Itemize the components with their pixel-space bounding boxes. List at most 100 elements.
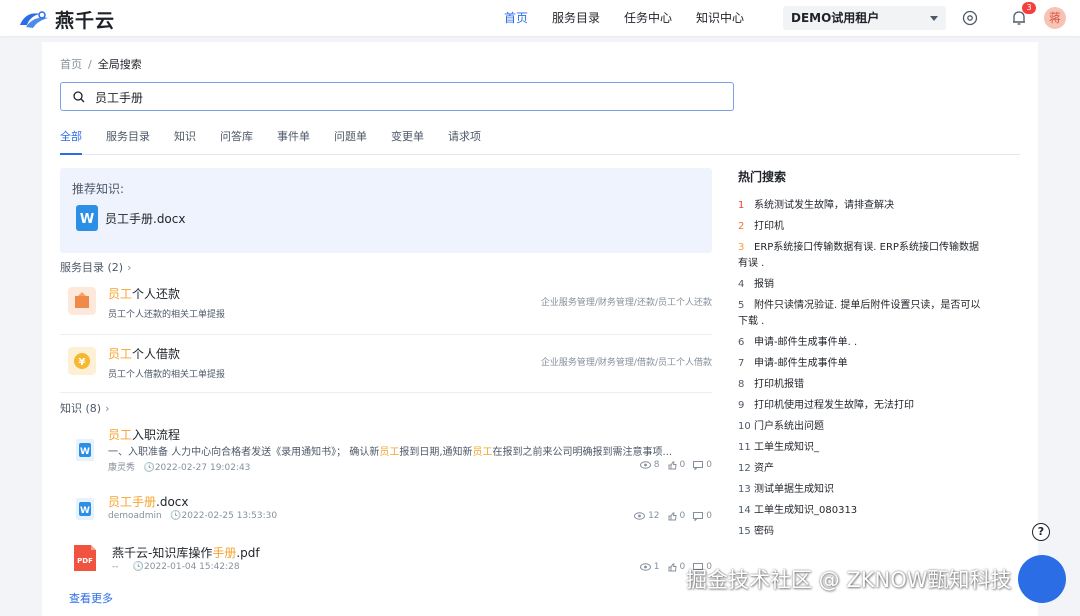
hot-search-text: 打印机使用过程发生故障，无法打印 (754, 400, 914, 411)
tab-request[interactable]: 请求项 (448, 125, 481, 155)
svg-text:PDF: PDF (77, 557, 93, 565)
hot-search-title: 热门搜索 (738, 170, 787, 184)
top-navbar: 燕千云 首页 服务目录 任务中心 知识中心 DEMO试用租户 3 蒋 (0, 0, 1080, 36)
nav-knowledge-center[interactable]: 知识中心 (696, 0, 744, 36)
hot-search-text: ERP系统接口传输数据有误. ERP系统接口传输数据有误 . (738, 242, 979, 269)
service-name: 员工个人还款 (108, 287, 181, 301)
view-more-link[interactable]: 查看更多 (69, 590, 113, 606)
service-item[interactable]: 员工个人还款 员工个人还款的相关工单提报 企业服务管理/财务管理/还款/员工个人… (60, 281, 712, 331)
hot-search-rank: 6 (738, 337, 745, 348)
service-section-header[interactable]: 服务目录 (2) › (60, 259, 131, 275)
divider (60, 334, 712, 335)
knowledge-stats: 8 0 0 (632, 460, 712, 470)
hot-search-item[interactable]: 5 附件只读情况验证. 提单后附件设置只读，是否可以下载 . (738, 298, 988, 330)
views-stat: 1 (639, 562, 660, 572)
hot-search-item[interactable]: 13 测试单据生成知识 (738, 482, 988, 498)
nav-task-center[interactable]: 任务中心 (624, 0, 672, 36)
notification-badge: 3 (1022, 2, 1036, 14)
tab-all[interactable]: 全部 (60, 125, 82, 155)
help-icon[interactable]: ? (1032, 523, 1050, 541)
caret-down-icon (930, 16, 938, 21)
hot-search-text: 系统测试发生故障，请排查解决 (754, 200, 894, 211)
likes-stat[interactable]: 0 (668, 511, 685, 521)
app-logo[interactable]: 燕千云 (18, 6, 115, 33)
hot-search-rank: 4 (738, 279, 745, 290)
hot-search-text: 密码 (754, 526, 774, 537)
service-name: 员工个人借款 (108, 347, 181, 361)
hot-search-item[interactable]: 4 报销 (738, 277, 988, 293)
hot-search-rank: 1 (738, 200, 745, 211)
nav-home[interactable]: 首页 (504, 0, 528, 36)
loan-coin-icon: ¥ (68, 347, 96, 375)
hot-search-text: 资产 (754, 463, 774, 474)
main-nav: 首页 服务目录 任务中心 知识中心 (504, 0, 768, 36)
hot-search-rank: 11 (738, 442, 751, 453)
hot-search-item[interactable]: 7 申请-邮件生成事件单 (738, 356, 988, 372)
search-input[interactable] (95, 87, 695, 107)
swallow-logo-icon (20, 10, 48, 28)
hot-search-text: 申请-邮件生成事件单. . (754, 337, 858, 348)
service-desc: 员工个人还款的相关工单提报 (108, 310, 226, 320)
nav-service-catalog[interactable]: 服务目录 (552, 0, 600, 36)
assistant-fab-button[interactable] (1018, 555, 1066, 603)
likes-stat[interactable]: 0 (668, 460, 685, 470)
tab-incident[interactable]: 事件单 (277, 125, 310, 155)
word-doc-icon: W (76, 498, 94, 520)
likes-stat[interactable]: 0 (668, 562, 685, 572)
hot-search-item[interactable]: 12 资产 (738, 461, 988, 477)
knowledge-title: 燕千云-知识库操作手册.pdf (112, 546, 260, 560)
chevron-right-icon: › (127, 261, 132, 274)
eye-icon (639, 563, 651, 571)
comment-icon (693, 460, 704, 470)
divider (60, 392, 712, 393)
word-doc-icon: W (76, 439, 94, 461)
tenant-select[interactable]: DEMO试用租户 (783, 6, 946, 30)
tab-change[interactable]: 变更单 (391, 125, 424, 155)
tab-service-catalog[interactable]: 服务目录 (106, 125, 150, 155)
hot-search-text: 工单生成知识_080313 (754, 505, 858, 516)
knowledge-section-header[interactable]: 知识 (8) › (60, 400, 109, 416)
service-path: 企业服务管理/财务管理/还款/员工个人还款 (540, 298, 712, 308)
tab-problem[interactable]: 问题单 (334, 125, 367, 155)
hot-search-item[interactable]: 15 密码 (738, 524, 988, 540)
tenant-name: DEMO试用租户 (791, 11, 880, 25)
knowledge-item[interactable]: PDF 燕千云-知识库操作手册.pdf -- 🕓2022-01-04 15:42… (60, 544, 712, 580)
knowledge-item[interactable]: W 员工入职流程 一、入职准备 人力中心向合格者发送《录用通知书》； 确认新员工… (60, 426, 712, 474)
thumbs-up-icon (668, 563, 677, 571)
user-avatar[interactable]: 蒋 (1044, 7, 1066, 29)
tab-knowledge[interactable]: 知识 (174, 125, 196, 155)
thumbs-up-icon (668, 461, 677, 469)
hot-search-item[interactable]: 11 工单生成知识_ (738, 440, 988, 456)
eye-icon (634, 512, 646, 520)
tab-qa[interactable]: 问答库 (220, 125, 253, 155)
hot-search-item[interactable]: 8 打印机报错 (738, 377, 988, 393)
hot-search-item[interactable]: 2 打印机 (738, 219, 988, 235)
breadcrumb: 首页 / 全局搜索 (60, 56, 142, 72)
hot-search-rank: 5 (738, 300, 745, 311)
settings-icon[interactable] (961, 9, 979, 27)
hot-search-item[interactable]: 9 打印机使用过程发生故障，无法打印 (738, 398, 988, 414)
hot-search-rank: 3 (738, 242, 745, 253)
hot-search-item[interactable]: 6 申请-邮件生成事件单. . (738, 335, 988, 351)
hot-search-rank: 14 (738, 505, 751, 516)
hot-search-item[interactable]: 1 系统测试发生故障，请排查解决 (738, 198, 988, 214)
breadcrumb-home[interactable]: 首页 (60, 58, 82, 71)
breadcrumb-separator: / (88, 58, 92, 71)
hot-search-item[interactable]: 3 ERP系统接口传输数据有误. ERP系统接口传输数据有误 . (738, 240, 988, 272)
thumbs-up-icon (668, 512, 677, 520)
recommended-doc[interactable]: W 员工手册.docx (76, 205, 185, 231)
comments-stat[interactable]: 0 (693, 460, 712, 470)
hot-search-text: 工单生成知识_ (754, 442, 819, 453)
hot-search-panel: 热门搜索 1 系统测试发生故障，请排查解决 2 打印机 3 ERP系统接口传输数据有误. … (738, 168, 988, 537)
knowledge-item[interactable]: W 员工手册.docx demoadmin 🕓2022-02-25 13:53:… (60, 493, 712, 529)
repayment-icon (68, 287, 96, 315)
hot-search-item[interactable]: 10 门户系统出问题 (738, 419, 988, 435)
comments-stat[interactable]: 0 (693, 511, 712, 521)
recommended-doc-name: 员工手册.docx (105, 211, 186, 226)
hot-search-item[interactable]: 14 工单生成知识_080313 (738, 503, 988, 519)
service-desc: 员工个人借款的相关工单提报 (108, 370, 226, 380)
word-doc-icon: W (76, 205, 98, 231)
service-section-title: 服务目录 (2) (60, 261, 124, 274)
global-search-box[interactable] (60, 82, 734, 111)
service-item[interactable]: ¥ 员工个人借款 员工个人借款的相关工单提报 企业服务管理/财务管理/借款/员工… (60, 341, 712, 391)
